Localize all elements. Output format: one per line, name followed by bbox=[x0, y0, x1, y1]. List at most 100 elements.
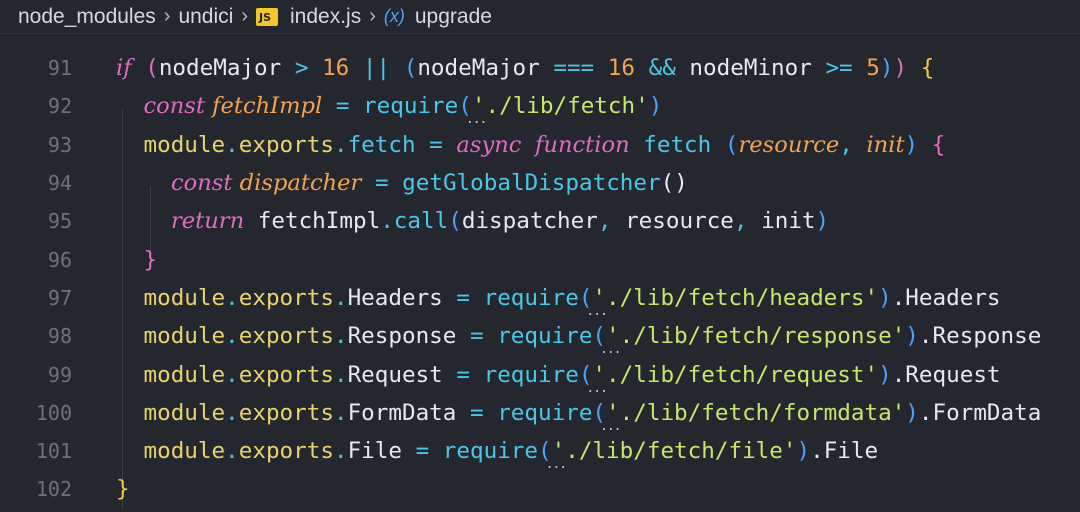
code-token: ) bbox=[648, 93, 663, 120]
breadcrumb-item-file[interactable]: index.js bbox=[290, 5, 361, 29]
chevron-right-icon: › bbox=[163, 5, 171, 27]
code-line[interactable]: 92 const fetchImpl = require('./lib/fetch… bbox=[0, 87, 1080, 139]
code-token: exports bbox=[238, 284, 334, 311]
code-line[interactable]: 94 const dispatcher = getGlobalDispatcher… bbox=[0, 164, 1080, 202]
code-line[interactable]: 97module.exports.Headers = require('./li… bbox=[0, 279, 1080, 331]
code-token: , bbox=[733, 208, 762, 235]
code-text: module.exports.Request = require('./lib/… bbox=[144, 356, 1001, 408]
code-token: ./lib/fetch' bbox=[485, 93, 649, 120]
code-token: return bbox=[171, 208, 245, 235]
code-token: ' bbox=[587, 356, 607, 408]
code-token: ) bbox=[904, 131, 919, 158]
code-token: require bbox=[442, 438, 539, 465]
code-token: init bbox=[761, 208, 816, 235]
code-text: if (nodeMajor > 16 || (nodeMajor === 16 … bbox=[116, 49, 934, 87]
code-token: module bbox=[143, 323, 226, 350]
code-token: . bbox=[225, 284, 239, 311]
code-token: ( bbox=[145, 55, 159, 82]
code-token: ' bbox=[546, 432, 566, 484]
code-line[interactable]: 91 if (nodeMajor > 16 || (nodeMajor === 1… bbox=[0, 49, 1080, 87]
code-line[interactable]: 99module.exports.Request = require('./li… bbox=[0, 355, 1080, 408]
code-token: function bbox=[535, 131, 630, 158]
code-line[interactable]: 101 module.exports.File = require('./lib/… bbox=[0, 432, 1080, 484]
code-token: fetch bbox=[347, 131, 416, 158]
code-text: const dispatcher = getGlobalDispatcher() bbox=[171, 164, 688, 202]
code-line[interactable]: 95 return fetchImpl.call(dispatcher, reso… bbox=[0, 202, 1080, 240]
code-token: ) bbox=[905, 323, 919, 350]
code-text: return fetchImpl.call(dispatcher, resour… bbox=[171, 202, 829, 240]
code-line[interactable]: 98module.exports.Response = require('./l… bbox=[0, 317, 1080, 369]
code-token: if bbox=[116, 55, 132, 82]
code-token: { bbox=[920, 55, 935, 82]
code-token: ' bbox=[600, 317, 620, 369]
line-number: 97 bbox=[47, 285, 72, 310]
code-token: module bbox=[143, 399, 226, 426]
code-text: } bbox=[144, 241, 158, 279]
code-token: = bbox=[442, 284, 484, 311]
code-token: module bbox=[143, 438, 226, 465]
code-token: } bbox=[143, 246, 158, 273]
code-token: ( bbox=[448, 208, 462, 235]
code-token: . bbox=[333, 399, 348, 426]
code-token: >= bbox=[811, 55, 867, 82]
code-token: require bbox=[483, 284, 579, 311]
code-token: === bbox=[539, 55, 608, 82]
line-number: 93 bbox=[47, 132, 72, 157]
code-text: module.exports.File = require('./lib/fet… bbox=[143, 432, 879, 484]
code-token: ) bbox=[878, 284, 892, 311]
code-editor[interactable]: 91 if (nodeMajor > 16 || (nodeMajor === 1… bbox=[0, 34, 1080, 512]
code-token: () bbox=[660, 170, 688, 197]
code-token: fetchImpl bbox=[204, 93, 323, 120]
code-token: ' bbox=[600, 394, 620, 446]
code-token: nodeMinor bbox=[689, 55, 812, 82]
breadcrumb-item-node-modules[interactable]: node_modules bbox=[18, 5, 156, 29]
code-token: . bbox=[333, 438, 348, 465]
code-line[interactable]: 96} bbox=[0, 241, 1080, 279]
code-line[interactable]: 93 module.exports.fetch = async function … bbox=[0, 126, 1080, 164]
code-token: fetch bbox=[629, 131, 725, 158]
code-token: = bbox=[456, 399, 498, 426]
code-token: , bbox=[839, 131, 867, 158]
line-number: 91 bbox=[47, 56, 72, 81]
code-token: = bbox=[415, 131, 457, 158]
code-token: ) bbox=[815, 208, 830, 235]
code-token: 5 bbox=[866, 55, 880, 82]
code-token: . bbox=[380, 208, 394, 235]
code-token: const bbox=[143, 93, 205, 120]
code-token: .Response bbox=[918, 323, 1042, 350]
code-token: ' bbox=[466, 87, 486, 139]
code-line[interactable]: 102} bbox=[0, 470, 1080, 508]
code-token: . bbox=[333, 323, 348, 350]
code-token: . bbox=[225, 361, 239, 388]
line-number: 96 bbox=[47, 247, 72, 272]
code-token: call bbox=[393, 208, 449, 235]
code-token: && bbox=[634, 55, 690, 82]
code-token: const bbox=[171, 170, 233, 197]
code-token: exports bbox=[238, 361, 334, 388]
code-token: > bbox=[281, 55, 323, 82]
code-token: = bbox=[322, 93, 364, 120]
code-token: require bbox=[497, 399, 593, 426]
code-token: ./lib/fetch/formdata' bbox=[619, 399, 906, 426]
code-token: init bbox=[866, 131, 905, 158]
line-number: 95 bbox=[47, 209, 72, 234]
breadcrumb-item-undici[interactable]: undici bbox=[178, 5, 233, 29]
code-text: const fetchImpl = require('./lib/fetch') bbox=[143, 87, 663, 139]
code-token: module bbox=[143, 131, 226, 158]
code-token: ) bbox=[878, 361, 892, 388]
code-token: getGlobalDispatcher bbox=[402, 170, 661, 197]
breadcrumb-item-symbol[interactable]: upgrade bbox=[415, 5, 492, 29]
code-token: nodeMajor bbox=[158, 55, 282, 82]
code-token: require bbox=[483, 361, 579, 388]
code-token: { bbox=[931, 131, 946, 158]
code-token: exports bbox=[238, 323, 334, 350]
code-text: module.exports.fetch = async function fe… bbox=[144, 126, 946, 164]
code-token: async bbox=[456, 131, 522, 158]
code-token: ./lib/fetch/file' bbox=[565, 438, 797, 465]
code-line[interactable]: 100module.exports.FormData = require('./… bbox=[0, 394, 1080, 446]
code-token: = bbox=[401, 438, 443, 465]
line-number: 101 bbox=[35, 439, 72, 464]
chevron-right-icon: › bbox=[369, 5, 376, 27]
